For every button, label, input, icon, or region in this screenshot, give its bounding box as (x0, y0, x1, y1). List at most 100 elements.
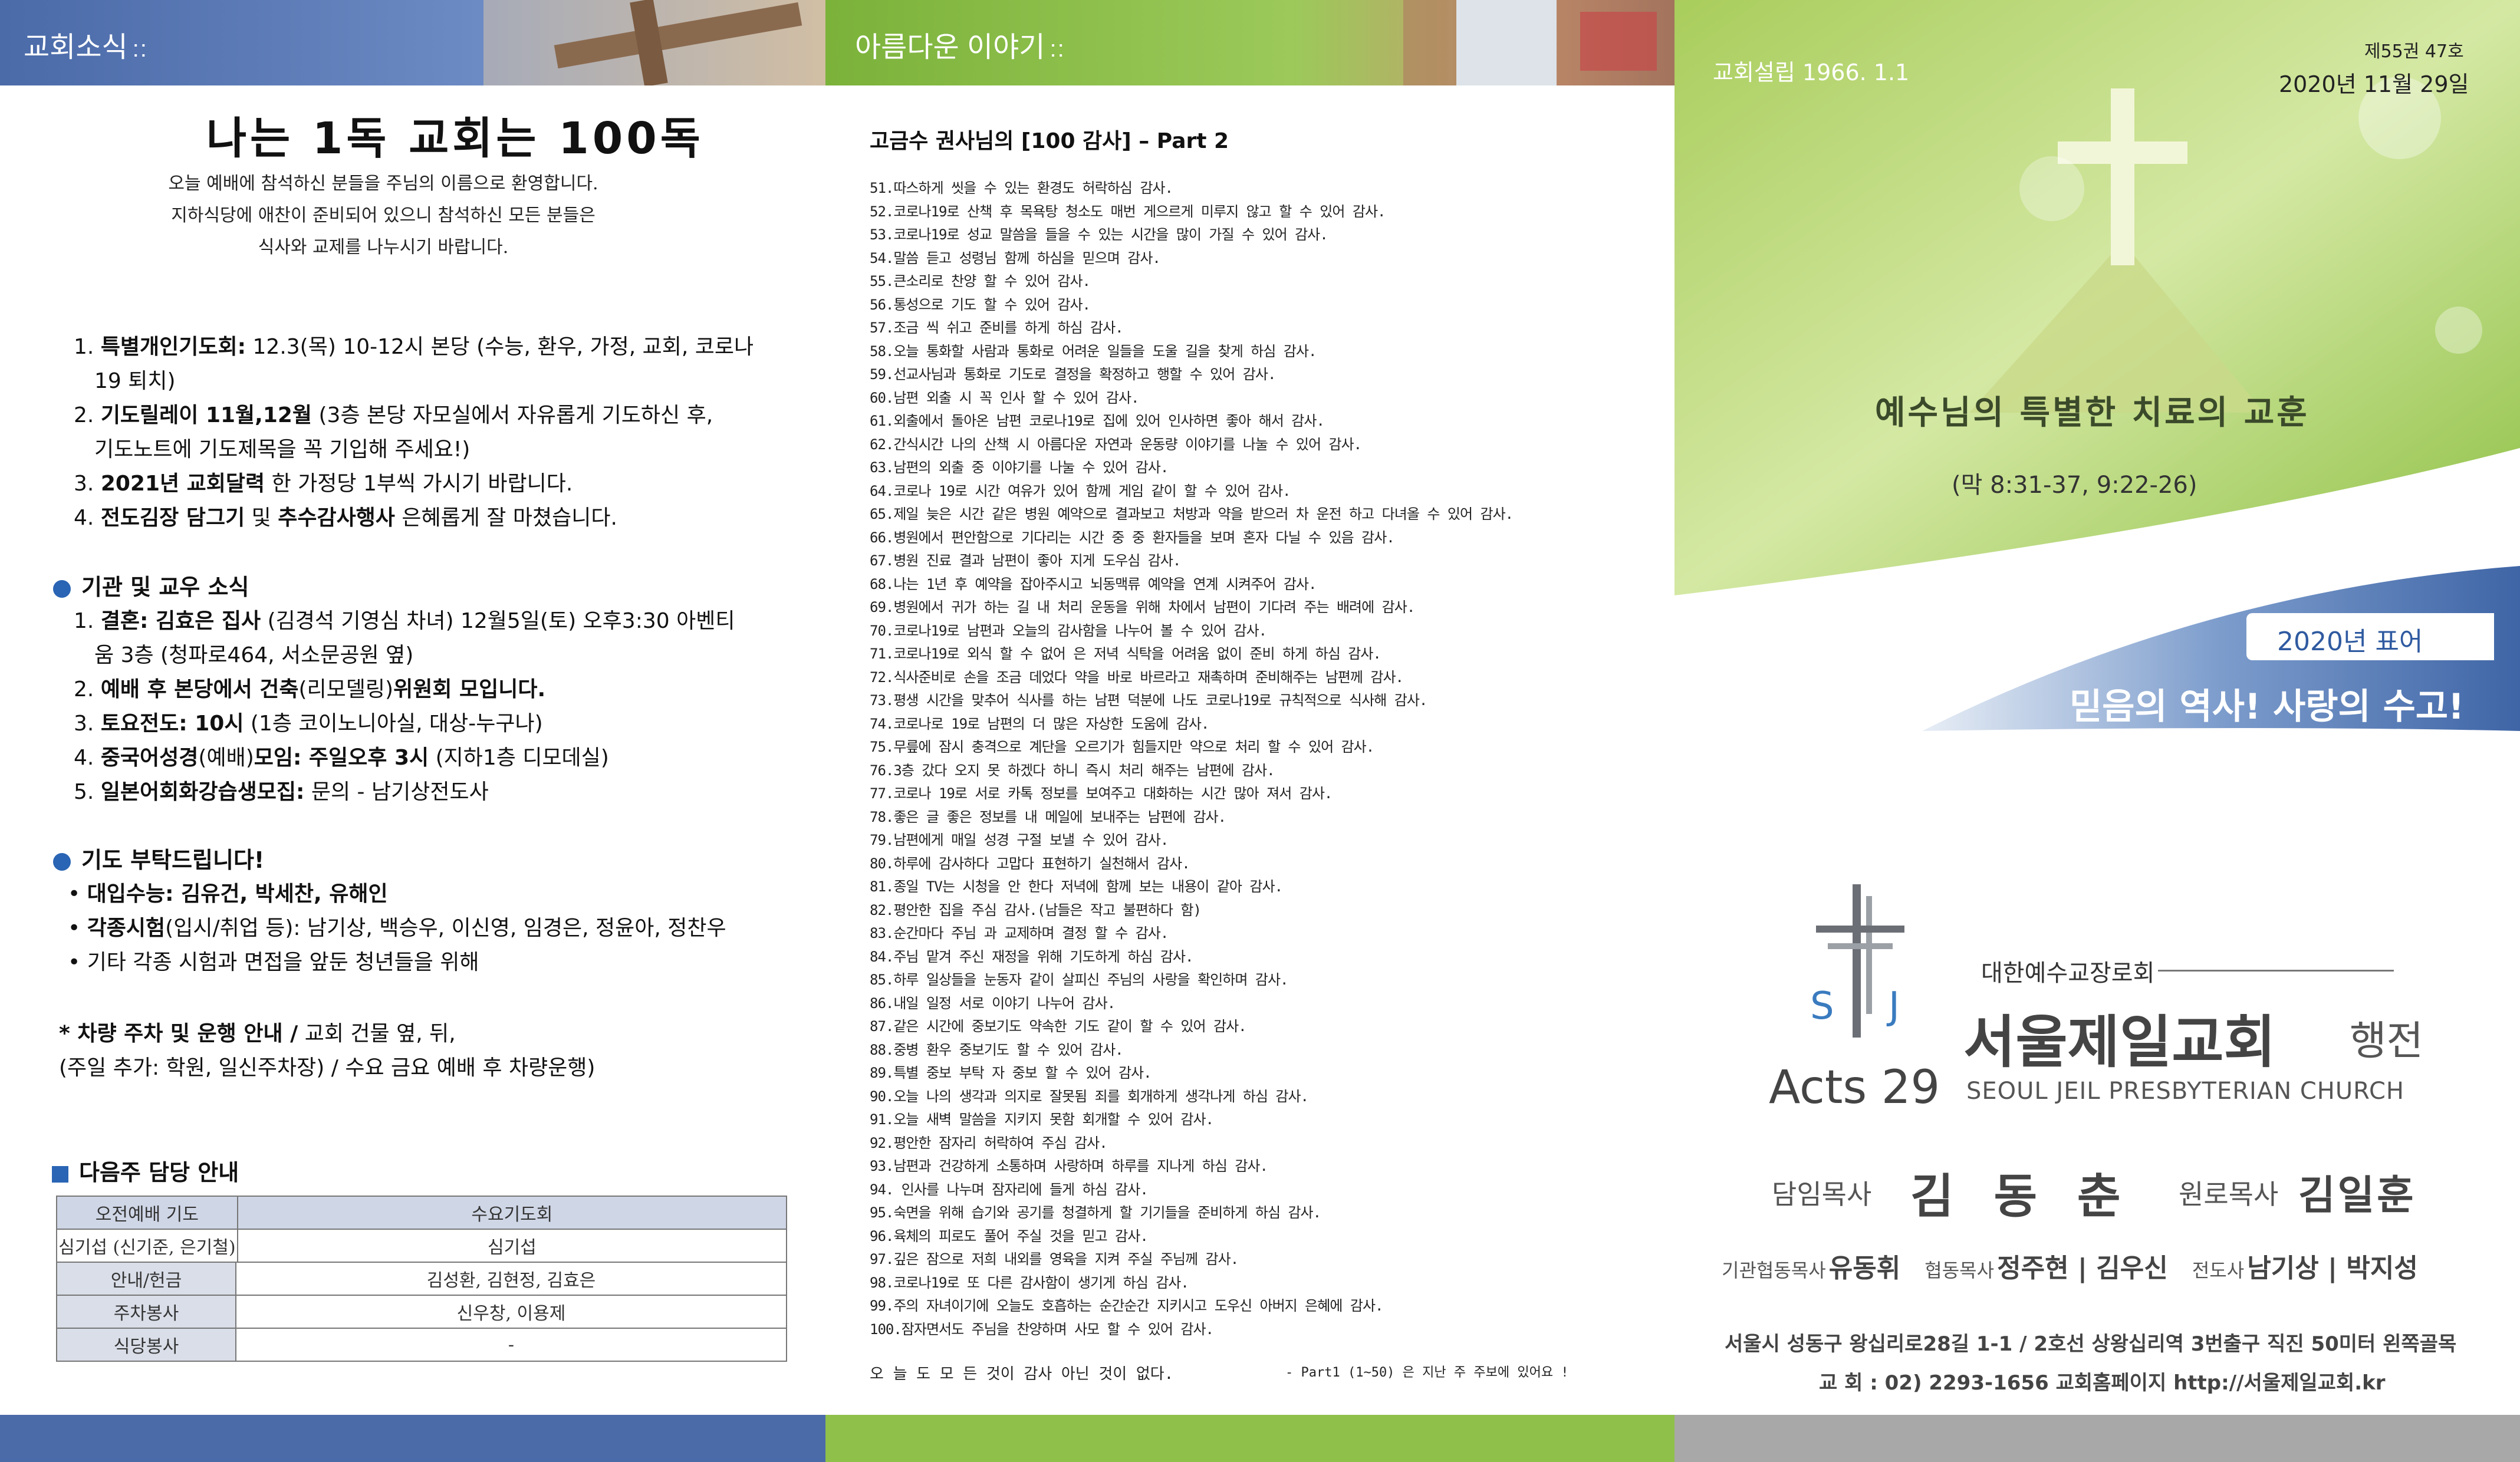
thanks-item: 98.코로나19로 또 다른 감사함이 생기게 하심 감사. (870, 1274, 1189, 1291)
thanks-item: 87.같은 시간에 중보기도 약속한 기도 같이 할 수 있어 감사. (870, 1018, 1247, 1035)
emeritus-pastor-name: 김일훈 (2298, 1173, 2416, 1219)
cross-photo (483, 0, 825, 85)
page-title: 나는 1독 교회는 100독 (206, 113, 704, 164)
square-bullet-icon (52, 1165, 68, 1183)
sermon-reference: (막 8:31-37, 9:22-26) (1952, 472, 2197, 499)
thanks-item: 89.특별 중보 부탁 자 중보 할 수 있어 감사. (870, 1065, 1152, 1081)
thanks-item: 99.주의 자녀이기에 오늘도 호흡하는 순간순간 지키시고 도우신 아버지 은… (870, 1298, 1383, 1314)
thanks-item: 93.남편과 건강하게 소통하며 사랑하며 하루를 지나게 하심 감사. (870, 1158, 1268, 1174)
thanks-item: 95.숙면을 위해 습기와 공기를 청결하게 할 기기들을 준비하게 하심 감사… (870, 1204, 1321, 1221)
news-2: 2. 예배 후 본당에서 건축(리모델링)위원회 모입니다. (74, 677, 546, 702)
house-photo (1403, 0, 1674, 85)
news-5: 5. 일본어회화강습생모집: 문의 - 남기상전도사 (74, 780, 489, 804)
thanks-item: 51.따스하게 씻을 수 있는 환경도 허락하심 감사. (870, 180, 1173, 196)
bullet-circle-icon (53, 579, 71, 598)
denomination: 대한예수교장로회 (1981, 960, 2155, 987)
table-row: 식당봉사 - (56, 1328, 787, 1362)
table-header: 오전예배 기도 (56, 1196, 238, 1230)
prayer-1: • 대입수능: 김유건, 박세찬, 유해인 (68, 882, 388, 906)
thanks-item: 80.하루에 감사하다 고맙다 표현하기 실천해서 감사. (870, 855, 1190, 872)
welcome-line: 식사와 교제를 나누시기 바랍니다. (258, 237, 509, 258)
news-1-cont: 움 3층 (청파로464, 서소문공원 옆) (94, 643, 414, 667)
thanks-item: 90.오늘 나의 생각과 의지로 잘못됨 죄를 회개하게 생각나게 하심 감사. (870, 1088, 1309, 1105)
thanks-item: 53.코로나19로 성교 말씀을 들을 수 있는 시간을 많이 가질 수 있어 … (870, 226, 1328, 243)
thanks-item: 91.오늘 새벽 말씀을 지키지 못함 회개할 수 있어 감사. (870, 1111, 1214, 1128)
thanks-item: 92.평안한 잠자리 허락하여 주심 감사. (870, 1134, 1108, 1151)
parking-line-1: * 차량 주차 및 운행 안내 / 교회 건물 옆, 뒤, (59, 1022, 456, 1046)
thanks-item: 58.오늘 통화할 사람과 통화로 어려운 일들을 도울 길을 찾게 하심 감사… (870, 343, 1317, 360)
right-footer-bar (1674, 1415, 2520, 1462)
table-label: 주차봉사 (56, 1295, 236, 1329)
senior-pastor-label: 담임목사 (1772, 1178, 1872, 1210)
thanks-item: 84.주님 맡겨 주신 재정을 위해 기도하게 하심 감사. (870, 948, 1193, 965)
thanks-item: 100.잠자면서도 주님을 찬양하며 사모 할 수 있어 감사. (870, 1321, 1214, 1338)
thanks-item: 56.통성으로 기도 할 수 있어 감사. (870, 296, 1091, 313)
section-heading: 기관 및 교우 소식 (53, 569, 249, 601)
table-cell: 신우창, 이용제 (235, 1295, 787, 1329)
church-name-suffix: 행전 (2350, 1018, 2424, 1065)
motto-line-2: 소망의 인내를 이루는 교회! (2099, 748, 2483, 786)
table-row: 주차봉사 신우창, 이용제 (56, 1295, 787, 1329)
thanks-item: 79.남편에게 매일 성경 구절 보낼 수 있어 감사. (870, 832, 1169, 848)
thanks-item: 83.순간마다 주님 과 교제하며 결정 할 수 감사. (870, 925, 1169, 941)
notice-3: 3. 2021년 교회달력 한 가정당 1부씩 가시기 바랍니다. (74, 472, 573, 496)
dots-icon: :: (1050, 36, 1065, 62)
thanks-list: 51.따스하게 씻을 수 있는 환경도 허락하심 감사. 52.코로나19로 산책… (870, 177, 1654, 1341)
thanks-item: 54.말씀 듣고 성령님 함께 하심을 믿으며 감사. (870, 249, 1161, 266)
bullet-circle-icon (53, 852, 71, 871)
thanks-item: 73.평생 시간을 맞추어 식사를 하는 남편 덕분에 나도 코로나19로 규칙… (870, 692, 1427, 709)
emeritus-pastor-label: 원로목사 (2179, 1178, 2279, 1210)
divider (2158, 970, 2394, 972)
thanks-item: 69.병원에서 귀가 하는 길 내 처리 운동을 위해 차에서 남편이 기다려 … (870, 599, 1415, 615)
thanks-item: 75.무릎에 잠시 충격으로 계단을 오르기가 힘들지만 약으로 처리 할 수 … (870, 739, 1374, 755)
thanks-item: 94. 인사를 나누며 잠자리에 들게 하심 감사. (870, 1181, 1149, 1198)
thanks-item: 63.남편의 외출 중 이야기를 나눌 수 있어 감사. (870, 459, 1169, 476)
welcome-line: 오늘 예배에 참석하신 분들을 주님의 이름으로 환영합니다. (168, 173, 598, 194)
staff-line: 기관협동목사 유동휘 협동목사 정주현 | 김우신 전도사 남기상 | 박지성 (1722, 1253, 2418, 1283)
left-section-title: 교회소식 (24, 32, 128, 63)
thanks-item: 64.코로나 19로 시간 여유가 있어 함께 게임 같이 할 수 있어 감사. (870, 482, 1291, 499)
thanks-item: 86.내일 일정 서로 이야기 나누어 감사. (870, 995, 1116, 1012)
motto-label: 2020년 표어 (2277, 627, 2423, 657)
thanks-item: 71.코로나19로 외식 할 수 없어 은 저녁 식탁을 어려움 없이 준비 하… (870, 646, 1381, 662)
middle-header-bar: 아름다운 이야기:: (825, 0, 1674, 85)
thanks-item: 59.선교사님과 통화로 기도로 결정을 확정하고 행할 수 있어 감사. (870, 366, 1276, 383)
thanks-item: 55.큰소리로 찬양 할 수 있어 감사. (870, 273, 1091, 289)
table-cell: 김성환, 김현정, 김효은 (235, 1262, 787, 1296)
news-1: 1. 결혼: 김효은 집사 (김경석 기영심 차녀) 12월5일(토) 오후3:… (74, 609, 735, 633)
motto-line-1: 믿음의 역사! 사랑의 수고! (2070, 686, 2465, 727)
parking-line-2: (주일 추가: 학원, 일신주차장) / 수요 금요 예배 후 차량운행) (59, 1056, 596, 1080)
sermon-title: 예수님의 특별한 치료의 교훈 (1875, 394, 2310, 432)
church-address: 서울시 성동구 왕십리로28길 1-1 / 2호선 상왕십리역 3번출구 직진 … (1725, 1332, 2457, 1356)
notice-2: 2. 기도릴레이 11월,12월 (3층 본당 자모실에서 자유롭게 기도하신 … (74, 403, 713, 427)
section-heading: 기도 부탁드립니다! (53, 842, 264, 874)
news-4: 4. 중국어성경(예배)모임: 주일오후 3시 (지하1층 디모데실) (74, 746, 609, 770)
table-label: 안내/헌금 (56, 1262, 236, 1296)
church-contact: 교 회 : 02) 2293-1656 교회홈페이지 http://서울제일교회… (1819, 1371, 2386, 1395)
thanks-item: 74.코로나로 19로 남편의 더 많은 자상한 도움에 감사. (870, 715, 1209, 732)
duty-heading: 다음주 담당 안내 (52, 1154, 239, 1187)
church-english-name: SEOUL JEIL PRESBYTERIAN CHURCH (1966, 1078, 2404, 1105)
notice-2-cont: 기도노트에 기도제목을 꼭 기입해 주세요!) (94, 437, 471, 462)
thanks-item: 72.식사준비로 손을 조금 데었다 약을 바로 바르라고 재촉하며 준비해주는… (870, 669, 1404, 686)
issue-date: 2020년 11월 29일 (2279, 71, 2469, 97)
table-label: 식당봉사 (56, 1328, 236, 1362)
thanks-item: 67.병원 진료 결과 남편이 좋아 지게 도우심 감사. (870, 552, 1181, 569)
thanks-item: 66.병원에서 편안함으로 기다리는 시간 중 중 환자들을 보며 혼자 다닐 … (870, 529, 1395, 546)
left-footer-bar (0, 1415, 825, 1462)
thanks-item: 70.코로나19로 남편과 오늘의 감사함을 나누어 볼 수 있어 감사. (870, 622, 1267, 639)
thanks-item: 60.남편 외출 시 꼭 인사 할 수 있어 감사. (870, 389, 1140, 406)
thanks-item: 97.깊은 잠으로 저희 내외를 영육을 지켜 주실 주님께 감사. (870, 1251, 1239, 1267)
church-name: 서울제일교회 (1963, 1009, 2276, 1075)
news-3: 3. 토요전도: 10시 (1층 코이노니아실, 대상-누구나) (74, 712, 543, 736)
prayer-2: • 각종시험(입시/취업 등): 남기상, 백승우, 이신영, 임경은, 정윤아… (68, 916, 726, 940)
thanks-item: 76.3층 갔다 오지 못 하겠다 하니 즉시 처리 해주는 남편에 감사. (870, 762, 1275, 779)
table-row: 심기섭 (신기준, 은기철) 심기섭 (56, 1229, 788, 1263)
middle-section-title: 아름다운 이야기 (855, 32, 1045, 63)
table-cell: 심기섭 (236, 1229, 788, 1263)
notice-1-cont: 19 퇴치) (94, 369, 176, 393)
table-row: 오전예배 기도 수요기도회 (56, 1196, 788, 1230)
table-cell: - (235, 1328, 787, 1362)
middle-footer-bar (825, 1415, 1674, 1462)
founded-date: 교회설립 1966. 1.1 (1713, 60, 1910, 85)
